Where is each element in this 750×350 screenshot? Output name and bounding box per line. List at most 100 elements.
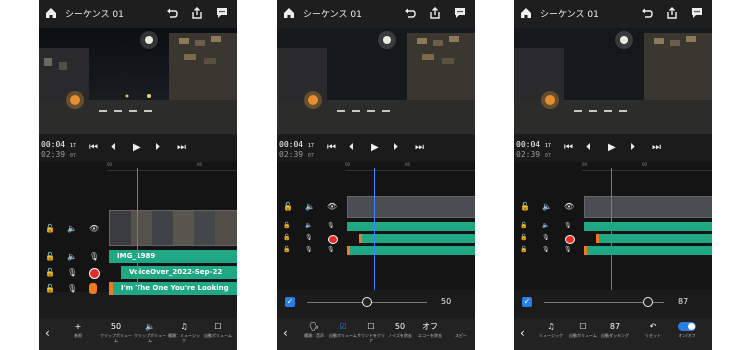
back-arrow-icon[interactable]: ‹: [283, 326, 288, 340]
mic-badge-icon[interactable]: [89, 283, 97, 294]
video-clip-thumbnails[interactable]: [109, 210, 237, 246]
auto-volume-button[interactable]: ☑ 自動ボリューム: [329, 318, 357, 350]
home-icon[interactable]: [519, 6, 533, 20]
mic-icon[interactable]: 🎙: [89, 252, 99, 261]
mic-icon[interactable]: 🎙: [327, 246, 335, 253]
type-music-button[interactable]: ♫ 種類：ミュージック: [167, 318, 201, 350]
clip-volume-2-button[interactable]: 🔈 クリップボリューム: [133, 318, 167, 350]
step-back-icon[interactable]: ⏴: [586, 142, 591, 154]
playhead[interactable]: [374, 168, 375, 290]
on-off-toggle[interactable]: オン/オフ: [670, 318, 704, 350]
echo-removal-button[interactable]: オフ エコーを除去: [415, 318, 445, 350]
auto-volume-button[interactable]: ☐ 自動ボリューム: [201, 318, 235, 350]
mic-icon[interactable]: 🎙: [564, 246, 572, 253]
volume-icon[interactable]: 🔈: [305, 222, 312, 229]
home-icon[interactable]: [44, 6, 58, 20]
share-icon[interactable]: [428, 6, 442, 20]
video-clip-thumbnails[interactable]: [347, 196, 475, 218]
timeline[interactable]: 00 00 🔓 🔈 👁 🔓 🔈 🎙 🔓 🎙 🔓 🎙 🎙: [277, 162, 475, 290]
audio-clip[interactable]: [359, 234, 475, 243]
mic-icon[interactable]: 🎙: [305, 246, 313, 253]
play-icon[interactable]: ▶: [608, 142, 616, 154]
lock-icon[interactable]: 🔓: [45, 284, 55, 293]
enable-checkbox[interactable]: ✓: [285, 297, 295, 307]
volume-icon[interactable]: 🔈: [67, 224, 77, 233]
skip-end-icon[interactable]: ⏭: [652, 142, 661, 154]
home-icon[interactable]: [282, 6, 296, 20]
audio-clip[interactable]: [347, 222, 475, 231]
skip-end-icon[interactable]: ⏭: [177, 142, 186, 154]
audio-clip-voiceover[interactable]: VoiceOver_2022-Sep-22: [121, 266, 237, 279]
lock-icon[interactable]: 🔓: [283, 202, 293, 211]
speech-button[interactable]: スピー: [447, 318, 475, 350]
lock-icon[interactable]: 🔓: [520, 234, 527, 241]
record-button[interactable]: [328, 235, 338, 244]
play-icon[interactable]: ▶: [371, 142, 379, 154]
timeline[interactable]: 00 00 🔓 🔈 👁 🔓 🔈 🎙 IMG_1989 🔓 🎙: [39, 162, 237, 295]
comment-icon[interactable]: [453, 6, 467, 20]
skip-start-icon[interactable]: ⏮: [89, 142, 98, 154]
lock-icon[interactable]: 🔓: [45, 268, 55, 277]
music-button[interactable]: ♫ ミュージック: [534, 318, 568, 350]
auto-ducking-button[interactable]: 87 自動ダッキング: [598, 318, 632, 350]
audio-clip[interactable]: [584, 246, 712, 255]
playhead[interactable]: [137, 168, 138, 292]
undo-icon[interactable]: [403, 6, 417, 20]
mic-icon[interactable]: 🎙: [305, 234, 313, 241]
back-arrow-icon[interactable]: ‹: [45, 326, 50, 340]
reset-button[interactable]: ↶ リセット: [636, 318, 670, 350]
step-forward-icon[interactable]: ⏵: [393, 142, 398, 154]
skip-end-icon[interactable]: ⏭: [415, 142, 424, 154]
audio-clip[interactable]: [584, 222, 712, 231]
step-forward-icon[interactable]: ⏵: [630, 142, 635, 154]
back-arrow-icon[interactable]: ‹: [520, 326, 525, 340]
mic-icon[interactable]: 🎙: [542, 246, 550, 253]
undo-icon[interactable]: [165, 6, 179, 20]
enable-checkbox[interactable]: ✓: [522, 297, 532, 307]
type-voice-button[interactable]: 🗣 種類：音声: [299, 318, 329, 350]
clip-volume-button[interactable]: 50 クリップボリューム: [99, 318, 133, 350]
volume-icon[interactable]: 🔈: [542, 202, 552, 211]
lock-icon[interactable]: 🔓: [520, 202, 530, 211]
skip-start-icon[interactable]: ⏮: [564, 142, 573, 154]
play-icon[interactable]: ▶: [133, 142, 141, 154]
record-button[interactable]: [89, 268, 100, 279]
comment-icon[interactable]: [690, 6, 704, 20]
video-preview[interactable]: [277, 28, 475, 134]
share-icon[interactable]: [665, 6, 679, 20]
step-back-icon[interactable]: ⏴: [349, 142, 354, 154]
lock-icon[interactable]: 🔓: [520, 246, 527, 253]
share-icon[interactable]: [190, 6, 204, 20]
eye-icon[interactable]: 👁: [89, 224, 99, 233]
volume-icon[interactable]: 🔈: [67, 252, 77, 261]
mic-icon[interactable]: 🎙: [67, 268, 77, 277]
lock-icon[interactable]: 🔓: [283, 222, 290, 229]
lock-icon[interactable]: 🔓: [45, 224, 55, 233]
slider-knob[interactable]: [643, 297, 654, 307]
comment-icon[interactable]: [215, 6, 229, 20]
eye-icon[interactable]: 👁: [327, 202, 337, 211]
skip-start-icon[interactable]: ⏮: [327, 142, 336, 154]
audio-clip[interactable]: [596, 234, 712, 243]
step-forward-icon[interactable]: ⏵: [155, 142, 160, 154]
mic-icon[interactable]: 🎙: [542, 234, 550, 241]
audio-clip[interactable]: [347, 246, 475, 255]
volume-icon[interactable]: 🔈: [542, 222, 549, 229]
playhead[interactable]: [611, 168, 612, 290]
mic-icon[interactable]: 🎙: [564, 222, 572, 229]
audio-clip-img1989[interactable]: IMG_1989: [109, 250, 237, 263]
undo-icon[interactable]: [640, 6, 654, 20]
lock-icon[interactable]: 🔓: [283, 246, 290, 253]
audio-clip-music[interactable]: I'm The One You're Looking: [109, 282, 237, 295]
browse-button[interactable]: + 参照: [61, 318, 95, 350]
mic-icon[interactable]: 🎙: [327, 222, 335, 229]
slider-knob[interactable]: [362, 297, 372, 307]
auto-volume-button[interactable]: ☐ 自動ボリューム: [566, 318, 600, 350]
video-preview[interactable]: [39, 28, 237, 134]
clear-sound-button[interactable]: ☐ サウンドをクリア: [357, 318, 385, 350]
noise-removal-button[interactable]: 50 ノイズを除去: [385, 318, 415, 350]
mic-icon[interactable]: 🎙: [67, 284, 77, 293]
lock-icon[interactable]: 🔓: [283, 234, 290, 241]
lock-icon[interactable]: 🔓: [45, 252, 55, 261]
step-back-icon[interactable]: ⏴: [111, 142, 116, 154]
